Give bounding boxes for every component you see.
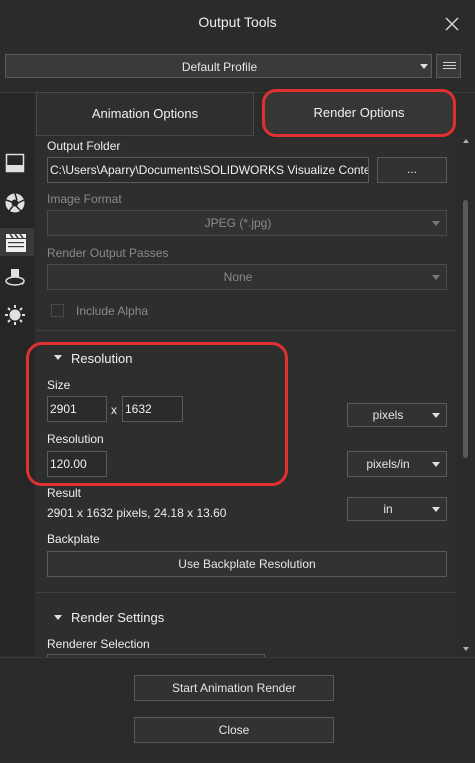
- profile-selected: Default Profile: [181, 60, 258, 74]
- browse-button[interactable]: ...: [377, 157, 447, 183]
- tab-label: Render Options: [313, 105, 405, 120]
- render-output-passes-dropdown[interactable]: None: [47, 264, 447, 290]
- render-output-passes-label: Render Output Passes: [47, 246, 169, 260]
- sun-gear-icon[interactable]: [4, 304, 26, 326]
- include-alpha-checkbox[interactable]: [51, 304, 64, 317]
- chevron-down-icon: [432, 221, 440, 226]
- output-folder-label: Output Folder: [47, 139, 121, 153]
- result-unit-selected: in: [383, 502, 393, 516]
- turntable-icon[interactable]: [4, 266, 26, 288]
- result-value: 2901 x 1632 pixels, 24.18 x 13.60: [47, 506, 227, 520]
- output-folder-value: C:\Users\Aparry\Documents\SOLIDWORKS Vis…: [50, 163, 368, 177]
- footer: [0, 657, 475, 763]
- backplate-label: Backplate: [47, 532, 100, 546]
- scroll-down-icon[interactable]: [463, 647, 469, 651]
- highlight-annotation: [26, 342, 288, 486]
- result-label: Result: [47, 486, 82, 500]
- close-icon[interactable]: [444, 16, 460, 32]
- size-unit-selected: pixels: [372, 408, 404, 422]
- output-folder-input[interactable]: C:\Users\Aparry\Documents\SOLIDWORKS Vis…: [47, 157, 369, 183]
- result-unit-dropdown[interactable]: in: [347, 497, 447, 521]
- window-title: Output Tools: [198, 14, 277, 30]
- divider: [36, 592, 456, 593]
- start-animation-render-button[interactable]: Start Animation Render: [134, 675, 334, 701]
- render-output-passes-selected: None: [223, 270, 253, 284]
- chevron-down-icon: [432, 275, 440, 280]
- include-alpha-label: Include Alpha: [76, 304, 149, 318]
- profile-menu-button[interactable]: [436, 54, 461, 78]
- clapperboard-icon[interactable]: [5, 231, 27, 253]
- image-format-dropdown[interactable]: JPEG (*.jpg): [47, 210, 447, 236]
- size-unit-dropdown[interactable]: pixels: [347, 403, 447, 427]
- camera-view-icon[interactable]: [5, 153, 25, 173]
- resolution-unit-selected: pixels/in: [366, 457, 410, 471]
- scroll-up-icon[interactable]: [463, 139, 469, 143]
- tab-render-options[interactable]: Render Options: [262, 89, 456, 137]
- renderer-selection-label: Renderer Selection: [47, 637, 150, 651]
- chevron-down-icon: [432, 413, 440, 418]
- image-format-selected: JPEG (*.jpg): [204, 216, 272, 230]
- profile-dropdown[interactable]: Default Profile: [5, 54, 432, 78]
- hamburger-icon: [443, 62, 456, 63]
- close-button[interactable]: Close: [134, 717, 334, 743]
- use-backplate-resolution-button[interactable]: Use Backplate Resolution: [47, 551, 447, 577]
- chevron-down-icon: [432, 507, 440, 512]
- aperture-icon[interactable]: [4, 192, 26, 214]
- tab-animation-options[interactable]: Animation Options: [36, 92, 254, 136]
- chevron-down-icon: [420, 64, 428, 69]
- scrollbar-thumb[interactable]: [463, 200, 468, 458]
- render-settings-header[interactable]: Render Settings: [71, 610, 164, 625]
- tab-label: Animation Options: [91, 106, 199, 121]
- chevron-down-icon: [432, 462, 440, 467]
- collapse-triangle-icon[interactable]: [54, 615, 62, 620]
- resolution-unit-dropdown[interactable]: pixels/in: [347, 451, 447, 477]
- divider: [36, 330, 456, 331]
- image-format-label: Image Format: [47, 192, 122, 206]
